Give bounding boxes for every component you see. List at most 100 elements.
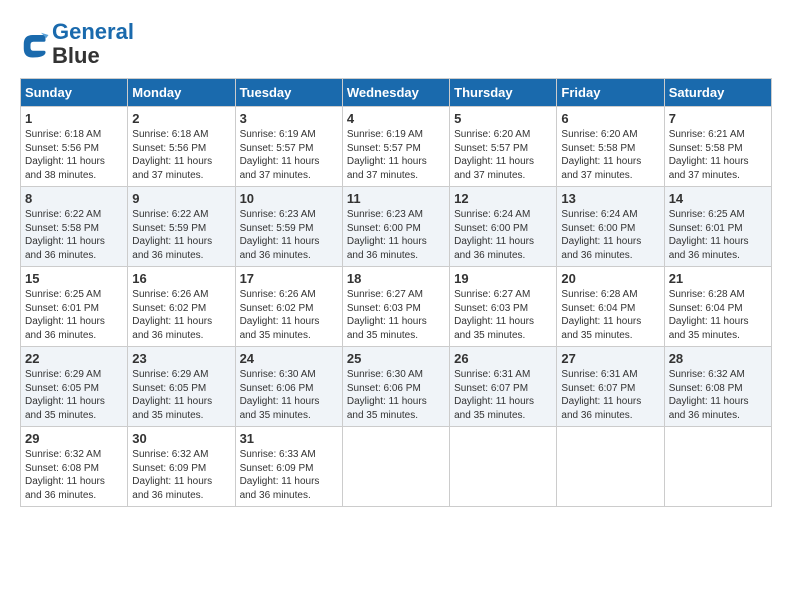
day-info: Sunrise: 6:28 AMSunset: 6:04 PMDaylight:… — [669, 288, 767, 342]
calendar-cell: 12 Sunrise: 6:24 AMSunset: 6:00 PMDaylig… — [450, 187, 557, 267]
day-info: Sunrise: 6:21 AMSunset: 5:58 PMDaylight:… — [669, 128, 767, 182]
calendar-cell: 7 Sunrise: 6:21 AMSunset: 5:58 PMDayligh… — [664, 107, 771, 187]
calendar-cell: 17 Sunrise: 6:26 AMSunset: 6:02 PMDaylig… — [235, 267, 342, 347]
day-number: 5 — [454, 111, 552, 126]
day-info: Sunrise: 6:33 AMSunset: 6:09 PMDaylight:… — [240, 448, 338, 502]
day-number: 23 — [132, 351, 230, 366]
day-info: Sunrise: 6:27 AMSunset: 6:03 PMDaylight:… — [347, 288, 445, 342]
calendar-week-row: 1 Sunrise: 6:18 AMSunset: 5:56 PMDayligh… — [21, 107, 772, 187]
day-number: 14 — [669, 191, 767, 206]
day-info: Sunrise: 6:29 AMSunset: 6:05 PMDaylight:… — [25, 368, 123, 422]
day-number: 24 — [240, 351, 338, 366]
day-number: 10 — [240, 191, 338, 206]
calendar-cell: 5 Sunrise: 6:20 AMSunset: 5:57 PMDayligh… — [450, 107, 557, 187]
day-number: 3 — [240, 111, 338, 126]
calendar-cell — [450, 427, 557, 507]
day-info: Sunrise: 6:24 AMSunset: 6:00 PMDaylight:… — [454, 208, 552, 262]
calendar-cell: 28 Sunrise: 6:32 AMSunset: 6:08 PMDaylig… — [664, 347, 771, 427]
day-info: Sunrise: 6:30 AMSunset: 6:06 PMDaylight:… — [240, 368, 338, 422]
day-number: 30 — [132, 431, 230, 446]
day-info: Sunrise: 6:27 AMSunset: 6:03 PMDaylight:… — [454, 288, 552, 342]
day-info: Sunrise: 6:26 AMSunset: 6:02 PMDaylight:… — [240, 288, 338, 342]
calendar-cell: 9 Sunrise: 6:22 AMSunset: 5:59 PMDayligh… — [128, 187, 235, 267]
calendar-cell: 4 Sunrise: 6:19 AMSunset: 5:57 PMDayligh… — [342, 107, 449, 187]
calendar-cell: 29 Sunrise: 6:32 AMSunset: 6:08 PMDaylig… — [21, 427, 128, 507]
calendar-cell: 14 Sunrise: 6:25 AMSunset: 6:01 PMDaylig… — [664, 187, 771, 267]
day-info: Sunrise: 6:32 AMSunset: 6:08 PMDaylight:… — [25, 448, 123, 502]
col-header-saturday: Saturday — [664, 79, 771, 107]
day-number: 17 — [240, 271, 338, 286]
calendar-cell: 13 Sunrise: 6:24 AMSunset: 6:00 PMDaylig… — [557, 187, 664, 267]
day-info: Sunrise: 6:22 AMSunset: 5:59 PMDaylight:… — [132, 208, 230, 262]
day-number: 8 — [25, 191, 123, 206]
calendar-week-row: 8 Sunrise: 6:22 AMSunset: 5:58 PMDayligh… — [21, 187, 772, 267]
day-info: Sunrise: 6:28 AMSunset: 6:04 PMDaylight:… — [561, 288, 659, 342]
calendar-cell: 18 Sunrise: 6:27 AMSunset: 6:03 PMDaylig… — [342, 267, 449, 347]
col-header-friday: Friday — [557, 79, 664, 107]
day-info: Sunrise: 6:24 AMSunset: 6:00 PMDaylight:… — [561, 208, 659, 262]
calendar-cell: 3 Sunrise: 6:19 AMSunset: 5:57 PMDayligh… — [235, 107, 342, 187]
day-info: Sunrise: 6:26 AMSunset: 6:02 PMDaylight:… — [132, 288, 230, 342]
calendar-cell: 16 Sunrise: 6:26 AMSunset: 6:02 PMDaylig… — [128, 267, 235, 347]
day-number: 11 — [347, 191, 445, 206]
day-info: Sunrise: 6:20 AMSunset: 5:58 PMDaylight:… — [561, 128, 659, 182]
calendar-table: SundayMondayTuesdayWednesdayThursdayFrid… — [20, 78, 772, 507]
day-number: 1 — [25, 111, 123, 126]
day-number: 4 — [347, 111, 445, 126]
calendar-cell: 15 Sunrise: 6:25 AMSunset: 6:01 PMDaylig… — [21, 267, 128, 347]
calendar-cell: 19 Sunrise: 6:27 AMSunset: 6:03 PMDaylig… — [450, 267, 557, 347]
day-number: 20 — [561, 271, 659, 286]
day-info: Sunrise: 6:32 AMSunset: 6:09 PMDaylight:… — [132, 448, 230, 502]
day-info: Sunrise: 6:18 AMSunset: 5:56 PMDaylight:… — [132, 128, 230, 182]
calendar-cell: 1 Sunrise: 6:18 AMSunset: 5:56 PMDayligh… — [21, 107, 128, 187]
calendar-cell: 24 Sunrise: 6:30 AMSunset: 6:06 PMDaylig… — [235, 347, 342, 427]
logo-text: General Blue — [52, 20, 134, 68]
day-info: Sunrise: 6:29 AMSunset: 6:05 PMDaylight:… — [132, 368, 230, 422]
day-number: 22 — [25, 351, 123, 366]
col-header-thursday: Thursday — [450, 79, 557, 107]
logo-icon — [20, 29, 50, 59]
day-number: 6 — [561, 111, 659, 126]
day-number: 15 — [25, 271, 123, 286]
day-number: 7 — [669, 111, 767, 126]
day-info: Sunrise: 6:20 AMSunset: 5:57 PMDaylight:… — [454, 128, 552, 182]
day-number: 16 — [132, 271, 230, 286]
day-number: 27 — [561, 351, 659, 366]
day-number: 12 — [454, 191, 552, 206]
day-number: 31 — [240, 431, 338, 446]
day-number: 13 — [561, 191, 659, 206]
calendar-cell: 10 Sunrise: 6:23 AMSunset: 5:59 PMDaylig… — [235, 187, 342, 267]
day-number: 25 — [347, 351, 445, 366]
calendar-cell: 25 Sunrise: 6:30 AMSunset: 6:06 PMDaylig… — [342, 347, 449, 427]
logo: General Blue — [20, 20, 134, 68]
calendar-cell — [342, 427, 449, 507]
calendar-cell: 22 Sunrise: 6:29 AMSunset: 6:05 PMDaylig… — [21, 347, 128, 427]
day-info: Sunrise: 6:31 AMSunset: 6:07 PMDaylight:… — [454, 368, 552, 422]
day-info: Sunrise: 6:25 AMSunset: 6:01 PMDaylight:… — [669, 208, 767, 262]
day-info: Sunrise: 6:23 AMSunset: 6:00 PMDaylight:… — [347, 208, 445, 262]
calendar-week-row: 15 Sunrise: 6:25 AMSunset: 6:01 PMDaylig… — [21, 267, 772, 347]
calendar-cell: 21 Sunrise: 6:28 AMSunset: 6:04 PMDaylig… — [664, 267, 771, 347]
day-number: 9 — [132, 191, 230, 206]
col-header-sunday: Sunday — [21, 79, 128, 107]
calendar-cell: 6 Sunrise: 6:20 AMSunset: 5:58 PMDayligh… — [557, 107, 664, 187]
calendar-week-row: 22 Sunrise: 6:29 AMSunset: 6:05 PMDaylig… — [21, 347, 772, 427]
calendar-cell: 31 Sunrise: 6:33 AMSunset: 6:09 PMDaylig… — [235, 427, 342, 507]
day-info: Sunrise: 6:25 AMSunset: 6:01 PMDaylight:… — [25, 288, 123, 342]
calendar-cell: 23 Sunrise: 6:29 AMSunset: 6:05 PMDaylig… — [128, 347, 235, 427]
calendar-cell: 2 Sunrise: 6:18 AMSunset: 5:56 PMDayligh… — [128, 107, 235, 187]
day-number: 28 — [669, 351, 767, 366]
calendar-cell: 27 Sunrise: 6:31 AMSunset: 6:07 PMDaylig… — [557, 347, 664, 427]
day-info: Sunrise: 6:30 AMSunset: 6:06 PMDaylight:… — [347, 368, 445, 422]
calendar-cell: 30 Sunrise: 6:32 AMSunset: 6:09 PMDaylig… — [128, 427, 235, 507]
calendar-cell: 26 Sunrise: 6:31 AMSunset: 6:07 PMDaylig… — [450, 347, 557, 427]
day-number: 21 — [669, 271, 767, 286]
calendar-week-row: 29 Sunrise: 6:32 AMSunset: 6:08 PMDaylig… — [21, 427, 772, 507]
page-header: General Blue — [20, 20, 772, 68]
day-info: Sunrise: 6:19 AMSunset: 5:57 PMDaylight:… — [240, 128, 338, 182]
day-info: Sunrise: 6:18 AMSunset: 5:56 PMDaylight:… — [25, 128, 123, 182]
calendar-cell: 11 Sunrise: 6:23 AMSunset: 6:00 PMDaylig… — [342, 187, 449, 267]
col-header-wednesday: Wednesday — [342, 79, 449, 107]
day-info: Sunrise: 6:31 AMSunset: 6:07 PMDaylight:… — [561, 368, 659, 422]
calendar-cell: 20 Sunrise: 6:28 AMSunset: 6:04 PMDaylig… — [557, 267, 664, 347]
